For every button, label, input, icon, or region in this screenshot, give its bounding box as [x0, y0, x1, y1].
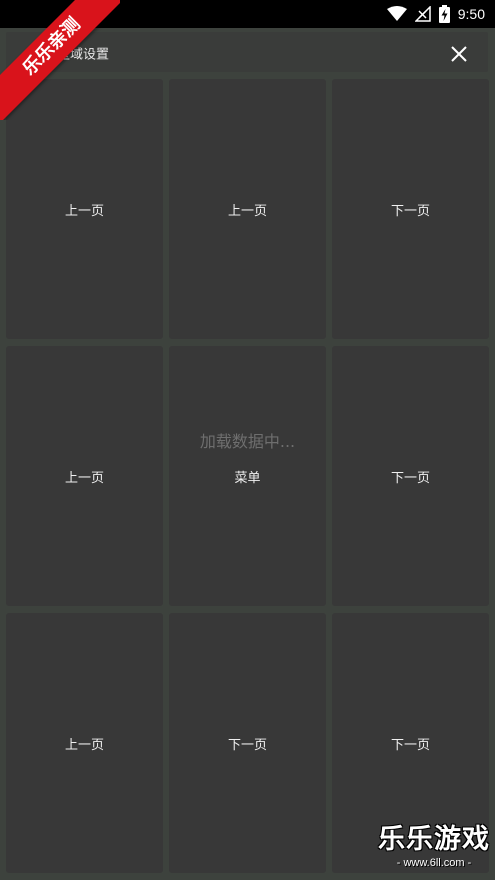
close-icon	[451, 46, 467, 62]
header-bar: 击区域设置	[0, 28, 495, 76]
screen: 9:50 击区域设置 上一页 上一页 下一页 上一页 菜单 下一页 上一页 下一…	[0, 0, 495, 880]
tap-zone-top-right[interactable]: 下一页	[332, 79, 489, 339]
tap-zone-bottom-right[interactable]: 下一页	[332, 613, 489, 873]
tap-zone-grid: 上一页 上一页 下一页 上一页 菜单 下一页 上一页 下一页 下一页	[6, 79, 489, 873]
tap-zone-top-center[interactable]: 上一页	[169, 79, 326, 339]
tap-zone-middle-center[interactable]: 菜单	[169, 346, 326, 606]
clock: 9:50	[457, 6, 485, 22]
tap-zone-bottom-left[interactable]: 上一页	[6, 613, 163, 873]
close-button[interactable]	[449, 44, 469, 64]
tap-zone-middle-left[interactable]: 上一页	[6, 346, 163, 606]
status-icons: 9:50	[386, 0, 485, 28]
wifi-icon	[386, 6, 407, 22]
tap-zone-top-left[interactable]: 上一页	[6, 79, 163, 339]
status-bar: 9:50	[0, 0, 495, 28]
tap-zone-bottom-center[interactable]: 下一页	[169, 613, 326, 873]
battery-charging-icon	[438, 5, 450, 23]
signal-icon	[414, 6, 431, 22]
page-title: 击区域设置	[44, 47, 110, 63]
tap-zone-middle-right[interactable]: 下一页	[332, 346, 489, 606]
